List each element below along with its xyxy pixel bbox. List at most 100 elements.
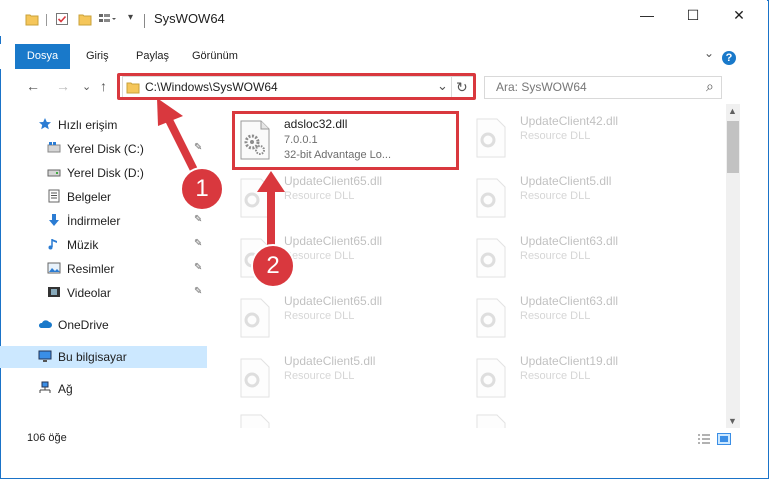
tab-paylas[interactable]: Paylaş <box>136 44 169 69</box>
file-type: Resource DLL <box>520 130 591 142</box>
sidebar-item-documents[interactable]: Belgeler ✎ <box>0 186 207 208</box>
tab-dosya[interactable]: Dosya <box>15 44 70 69</box>
sidebar-item-label: Ağ <box>58 382 73 396</box>
status-bar <box>0 430 767 448</box>
file-tile[interactable]: UpdateClient63.dll Resource DLL <box>470 232 690 286</box>
sidebar-item-downloads[interactable]: İndirmeler ✎ <box>0 210 207 232</box>
address-highlight-box <box>117 73 476 100</box>
pin-icon: ✎ <box>194 238 203 249</box>
sidebar-item-pictures[interactable]: Resimler ✎ <box>0 258 207 280</box>
drive-icon <box>47 142 61 153</box>
sidebar-item-label: OneDrive <box>58 318 109 332</box>
sidebar-item-local-disk-c[interactable]: Yerel Disk (C:) ✎ <box>0 138 207 160</box>
dll-file-icon <box>240 178 270 218</box>
tab-giris[interactable]: Giriş <box>86 44 109 69</box>
download-icon <box>49 214 59 226</box>
file-tile[interactable]: UpdateClient63.dll Resource DLL <box>470 292 690 346</box>
sidebar-item-label: Yerel Disk (D:) <box>67 166 144 180</box>
dll-file-icon <box>476 414 506 428</box>
pin-icon: ✎ <box>194 286 203 297</box>
file-name: UpdateClient5.dll <box>284 354 376 368</box>
music-icon <box>48 239 57 250</box>
sidebar-item-label: İndirmeler <box>67 214 121 228</box>
new-folder-icon[interactable] <box>78 12 92 26</box>
search-icon[interactable]: ⌕ <box>706 78 714 95</box>
sidebar-item-this-pc[interactable]: Bu bilgisayar <box>0 346 207 368</box>
file-name: UpdateClient19.dll <box>520 354 619 368</box>
sidebar-item-onedrive[interactable]: OneDrive <box>0 314 207 336</box>
star-icon <box>39 118 51 130</box>
step-1-badge: 1 <box>180 167 224 211</box>
file-highlight-box <box>232 111 459 170</box>
tab-gorunum[interactable]: Görünüm <box>192 44 238 69</box>
file-type: Resource DLL <box>284 190 355 202</box>
file-tile[interactable]: UpdateClient19.dll Resource DLL <box>470 352 690 406</box>
quick-access-dropdown-icon[interactable]: ▾ <box>128 12 133 23</box>
dll-file-icon <box>476 298 506 338</box>
file-name: UpdateClient65.dll <box>284 234 383 248</box>
sidebar-item-label: Belgeler <box>67 190 112 204</box>
file-tile[interactable]: UpdateClient65.dll Resource DLL <box>234 292 454 346</box>
maximize-button[interactable]: ☐ <box>670 0 716 30</box>
sidebar-item-label: Bu bilgisayar <box>58 350 127 364</box>
file-tile[interactable]: UpdateClient5.dll Resource DLL <box>470 172 690 226</box>
toolbar-separator <box>46 14 47 26</box>
folder-icon <box>25 14 39 26</box>
file-type: Resource DLL <box>284 250 355 262</box>
minimize-button[interactable]: — <box>624 0 670 30</box>
help-icon[interactable]: ? <box>722 51 736 65</box>
pin-icon: ✎ <box>194 142 203 153</box>
file-type: Resource DLL <box>520 190 591 202</box>
dll-file-icon <box>476 238 506 278</box>
dll-file-icon <box>476 178 506 218</box>
sidebar-item-label: Resimler <box>67 262 115 276</box>
ribbon-expand-icon[interactable]: ⌄ <box>704 46 714 60</box>
sidebar-item-network[interactable]: Ağ <box>0 378 207 400</box>
properties-icon[interactable] <box>55 12 69 26</box>
file-tile[interactable]: UpdateClient65.dll Resource DLL <box>234 172 454 226</box>
tiles-view-icon[interactable] <box>717 433 731 445</box>
sidebar-item-music[interactable]: Müzik ✎ <box>0 234 207 256</box>
file-type: Resource DLL <box>520 310 591 322</box>
file-type: Resource DLL <box>520 250 591 262</box>
scroll-up-icon[interactable]: ▲ <box>728 106 737 116</box>
sidebar-item-label: Yerel Disk (C:) <box>67 142 144 156</box>
step-2-badge: 2 <box>251 244 295 288</box>
file-name: UpdateClient63.dll <box>520 294 619 308</box>
file-type: Resource DLL <box>520 370 591 382</box>
forward-button[interactable]: → <box>56 78 70 94</box>
details-view-icon[interactable] <box>697 433 711 445</box>
customize-toolbar-icon[interactable] <box>98 12 118 26</box>
sidebar-item-local-disk-d[interactable]: Yerel Disk (D:) <box>0 162 207 184</box>
back-button[interactable]: ← <box>26 78 40 94</box>
sidebar-item-label: Videolar <box>67 286 111 300</box>
file-tile[interactable] <box>234 408 454 428</box>
file-name: UpdateClient65.dll <box>284 174 383 188</box>
file-name: UpdateClient42.dll <box>520 114 619 128</box>
file-name: UpdateClient63.dll <box>520 234 619 248</box>
scroll-down-icon[interactable]: ▼ <box>728 416 737 426</box>
network-icon <box>39 381 51 393</box>
sidebar-item-quick-access[interactable]: Hızlı erişim <box>0 114 207 136</box>
sidebar-item-videos[interactable]: Videolar ✎ <box>0 282 207 304</box>
file-tile[interactable]: UpdateClient5.dll Resource DLL <box>234 352 454 406</box>
close-button[interactable]: ✕ <box>716 0 762 30</box>
scroll-thumb[interactable] <box>727 121 739 173</box>
cloud-icon <box>38 320 52 328</box>
pin-icon: ✎ <box>194 262 203 273</box>
file-tile[interactable] <box>470 408 690 428</box>
recent-locations-button[interactable]: ⌄ <box>82 80 91 93</box>
pin-icon: ✎ <box>194 214 203 225</box>
up-button[interactable]: ↑ <box>100 78 107 94</box>
file-type: Resource DLL <box>284 370 355 382</box>
dll-file-icon <box>476 118 506 158</box>
dll-file-icon <box>476 358 506 398</box>
file-tile[interactable]: UpdateClient42.dll Resource DLL <box>470 112 690 166</box>
title-bar: ▾ SysWOW64 — ☐ ✕ <box>0 0 767 36</box>
item-count: 106 öğe <box>27 432 67 444</box>
file-name: UpdateClient65.dll <box>284 294 383 308</box>
sidebar-item-label: Müzik <box>67 238 99 252</box>
dll-file-icon <box>240 414 270 428</box>
dll-file-icon <box>240 298 270 338</box>
drive-icon <box>47 169 61 177</box>
